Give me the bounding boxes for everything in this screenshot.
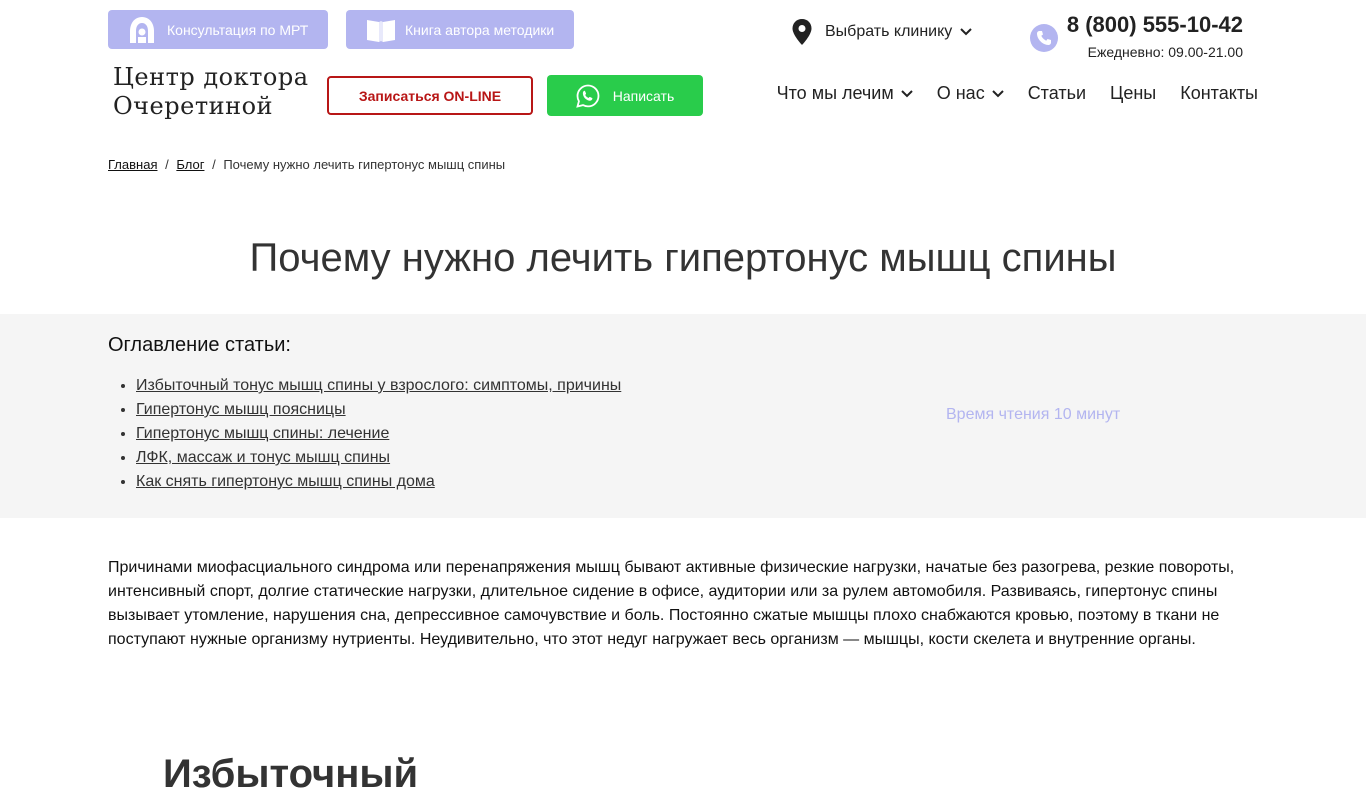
site-logo[interactable]: Центр доктора Очеретиной [113, 63, 309, 121]
nav-item-what-we-treat[interactable]: Что мы лечим [777, 83, 913, 104]
toc-link[interactable]: Гипертонус мышц поясницы [136, 401, 346, 418]
map-pin-icon [792, 19, 812, 45]
breadcrumb-separator: / [212, 157, 216, 172]
toc-item: Как снять гипертонус мышц спины дома [136, 470, 621, 494]
author-book-label: Книга автора методики [405, 21, 555, 38]
breadcrumb-blog-link[interactable]: Блог [176, 157, 204, 172]
logo-line-1: Центр доктора [113, 63, 309, 91]
toc-link[interactable]: Гипертонус мышц спины: лечение [136, 425, 389, 442]
article-paragraph: Причинами миофасциального синдрома или п… [108, 559, 1235, 648]
author-book-button[interactable]: Книга автора методики [346, 10, 574, 49]
toc-link[interactable]: Как снять гипертонус мышц спины дома [136, 473, 435, 490]
mri-consultation-label: Консультация по МРТ [167, 21, 309, 38]
whatsapp-icon [575, 84, 600, 108]
online-booking-button[interactable]: Записаться ON-LINE [327, 76, 533, 115]
toc-heading: Оглавление статьи: [108, 334, 291, 356]
mri-consultation-button[interactable]: Консультация по МРТ [108, 10, 328, 49]
nav-item-label: Цены [1110, 83, 1157, 103]
breadcrumb-current: Почему нужно лечить гипертонус мышц спин… [223, 157, 506, 172]
clinic-selector[interactable]: Выбрать клинику [792, 14, 973, 50]
phone-icon[interactable] [1030, 24, 1058, 52]
chevron-down-icon [991, 89, 1004, 98]
nav-item-prices[interactable]: Цены [1110, 83, 1156, 104]
section-heading: Избыточный [163, 752, 419, 796]
open-book-icon [366, 17, 396, 43]
chevron-down-icon [960, 28, 973, 36]
toc-list: Избыточный тонус мышц спины у взрослого:… [136, 374, 621, 494]
nav-item-label: О нас [936, 83, 985, 103]
toc-item: ЛФК, массаж и тонус мышц спины [136, 446, 621, 470]
reading-time: Время чтения 10 минут [946, 406, 1121, 423]
toc-link[interactable]: Избыточный тонус мышц спины у взрослого:… [136, 377, 621, 394]
toc-link[interactable]: ЛФК, массаж и тонус мышц спины [136, 449, 390, 466]
logo-line-2: Очеретиной [113, 92, 274, 120]
nav-item-about[interactable]: О нас [937, 83, 1004, 104]
nav-item-contacts[interactable]: Контакты [1180, 83, 1258, 104]
toc-item: Гипертонус мышц спины: лечение [136, 422, 621, 446]
whatsapp-button[interactable]: Написать [547, 75, 703, 116]
nav-item-label: Что мы лечим [776, 83, 894, 103]
breadcrumb-home-link[interactable]: Главная [108, 157, 157, 172]
toc-item: Избыточный тонус мышц спины у взрослого:… [136, 374, 621, 398]
phone-number-link[interactable]: 8 (800) 555-10-42 [1067, 12, 1243, 38]
nav-item-articles[interactable]: Статьи [1028, 83, 1086, 104]
breadcrumb: Главная / Блог / Почему нужно лечить гип… [108, 157, 505, 172]
whatsapp-label: Написать [612, 87, 675, 104]
working-hours: Ежедневно: 09.00-21.00 [1087, 44, 1243, 60]
page-title: Почему нужно лечить гипертонус мышц спин… [249, 236, 1117, 280]
mri-scanner-icon [128, 16, 156, 44]
main-navigation: Что мы лечим О нас Статьи Цены Контакты [777, 83, 1258, 104]
toc-item: Гипертонус мышц поясницы [136, 398, 621, 422]
breadcrumb-separator: / [165, 157, 169, 172]
online-booking-label: Записаться ON-LINE [358, 87, 502, 104]
clinic-selector-label: Выбрать клинику [825, 23, 953, 40]
nav-item-label: Статьи [1027, 83, 1087, 103]
nav-item-label: Контакты [1180, 83, 1258, 103]
chevron-down-icon [901, 89, 913, 98]
table-of-contents: Оглавление статьи: Избыточный тонус мышц… [0, 314, 1366, 518]
